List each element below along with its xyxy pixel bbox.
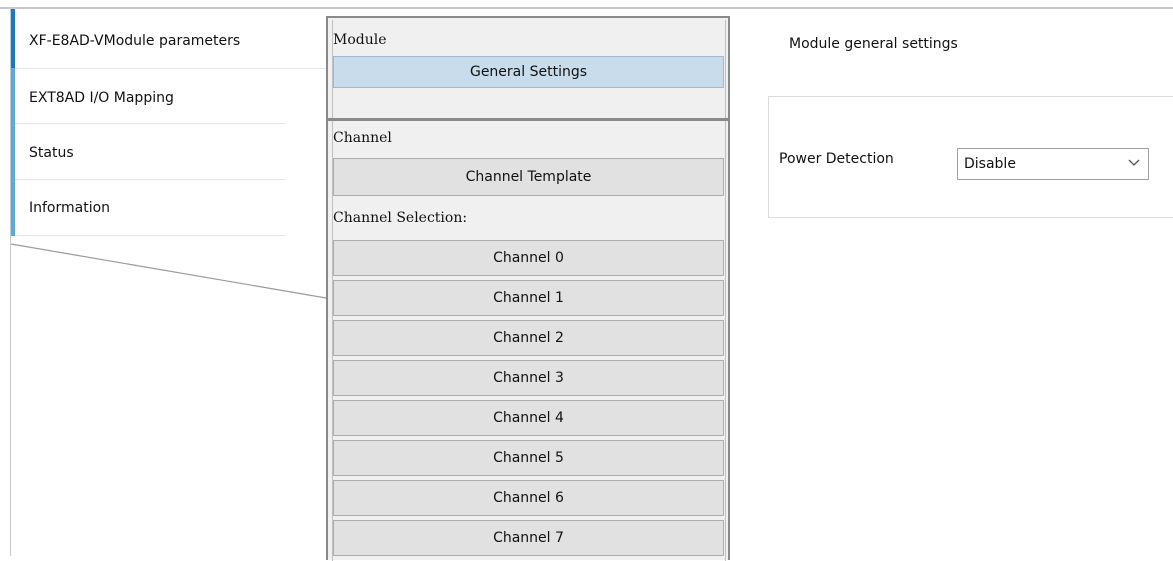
settings-title: Module general settings	[789, 36, 958, 52]
channel-1-button[interactable]: Channel 1	[333, 280, 724, 316]
channel-section-label: Channel	[333, 130, 392, 146]
channel-template-button[interactable]: Channel Template	[333, 158, 724, 196]
channel-6-button[interactable]: Channel 6	[333, 480, 724, 516]
channel-3-button[interactable]: Channel 3	[333, 360, 724, 396]
power-detection-select[interactable]: Disable	[957, 148, 1149, 180]
nav-separator	[15, 235, 285, 236]
general-settings-button[interactable]: General Settings	[333, 56, 724, 88]
nav-item-label: EXT8AD I/O Mapping	[29, 90, 174, 106]
power-detection-value: Disable	[964, 156, 1016, 172]
nav-item-label: Status	[29, 145, 74, 161]
channel-selection-label: Channel Selection:	[333, 210, 468, 226]
channel-0-button[interactable]: Channel 0	[333, 240, 724, 276]
channel-2-button[interactable]: Channel 2	[333, 320, 724, 356]
channel-4-button[interactable]: Channel 4	[333, 400, 724, 436]
power-detection-label: Power Detection	[779, 151, 894, 167]
chevron-down-icon	[1128, 159, 1140, 166]
nav-item-module-parameters[interactable]: XF-E8AD-VModule parameters	[11, 9, 327, 68]
parameter-tree-panel: Module General Settings Channel Channel …	[326, 16, 730, 561]
nav-item-io-mapping[interactable]: EXT8AD I/O Mapping	[11, 68, 285, 124]
channel-7-button[interactable]: Channel 7	[333, 520, 724, 556]
nav-item-label: Information	[29, 200, 111, 216]
nav-item-status[interactable]: Status	[11, 124, 285, 180]
nav-item-label: XF-E8AD-VModule parameters	[29, 33, 241, 49]
channel-5-button[interactable]: Channel 5	[333, 440, 724, 476]
module-section-label: Module	[333, 32, 387, 48]
nav-item-information[interactable]: Information	[11, 180, 285, 236]
